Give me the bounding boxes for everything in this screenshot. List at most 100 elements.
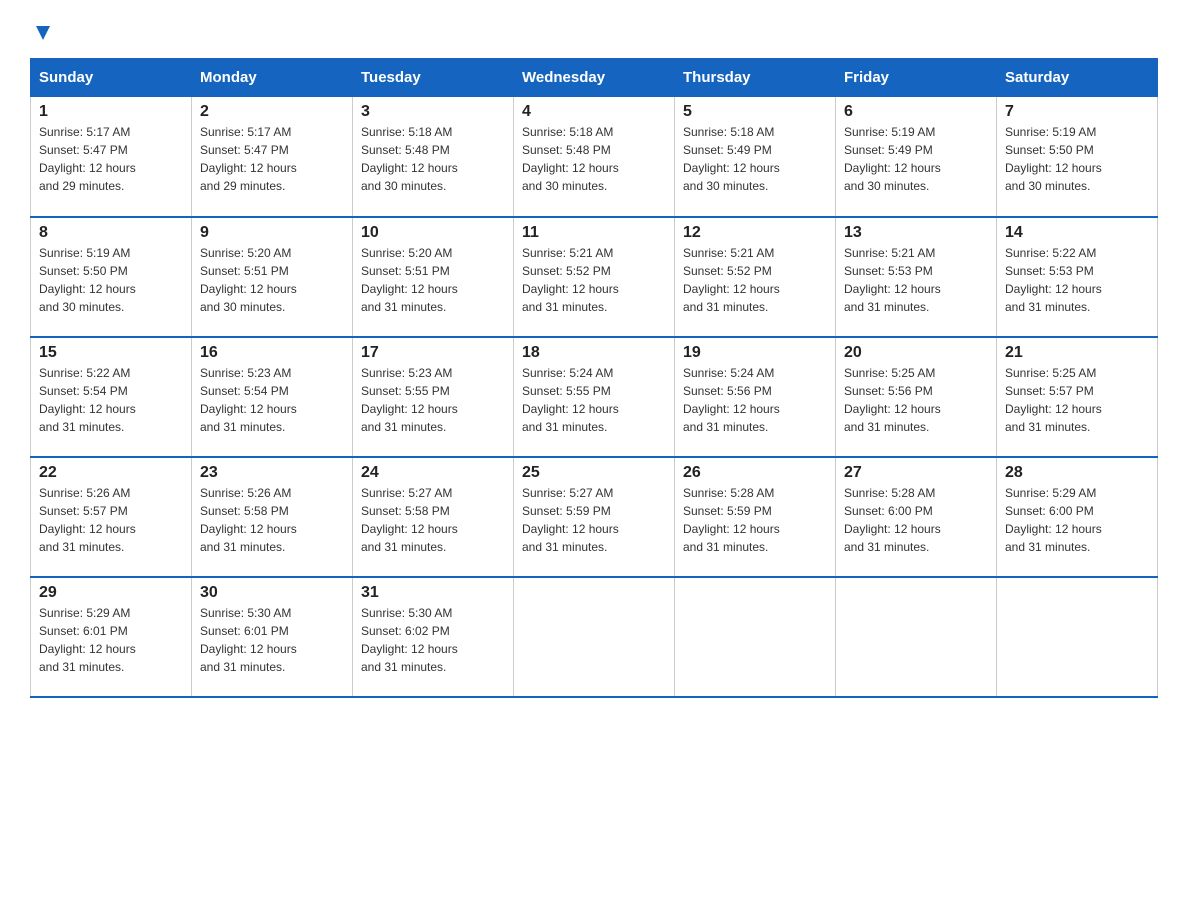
calendar-cell: 25 Sunrise: 5:27 AMSunset: 5:59 PMDaylig… — [514, 457, 675, 577]
calendar-week-row: 22 Sunrise: 5:26 AMSunset: 5:57 PMDaylig… — [31, 457, 1158, 577]
day-number: 22 — [39, 464, 183, 482]
calendar-cell: 16 Sunrise: 5:23 AMSunset: 5:54 PMDaylig… — [192, 337, 353, 457]
calendar-cell: 28 Sunrise: 5:29 AMSunset: 6:00 PMDaylig… — [997, 457, 1158, 577]
calendar-cell: 3 Sunrise: 5:18 AMSunset: 5:48 PMDayligh… — [353, 97, 514, 217]
day-number: 1 — [39, 103, 183, 121]
calendar-cell: 24 Sunrise: 5:27 AMSunset: 5:58 PMDaylig… — [353, 457, 514, 577]
day-number: 5 — [683, 103, 827, 121]
calendar-cell: 23 Sunrise: 5:26 AMSunset: 5:58 PMDaylig… — [192, 457, 353, 577]
day-number: 20 — [844, 344, 988, 362]
day-number: 9 — [200, 224, 344, 242]
calendar-cell — [514, 577, 675, 697]
day-number: 31 — [361, 584, 505, 602]
day-number: 3 — [361, 103, 505, 121]
calendar-cell: 5 Sunrise: 5:18 AMSunset: 5:49 PMDayligh… — [675, 97, 836, 217]
day-info: Sunrise: 5:19 AMSunset: 5:49 PMDaylight:… — [844, 123, 988, 195]
weekday-header-wednesday: Wednesday — [514, 59, 675, 97]
calendar-cell: 29 Sunrise: 5:29 AMSunset: 6:01 PMDaylig… — [31, 577, 192, 697]
logo — [30, 20, 54, 38]
calendar-week-row: 15 Sunrise: 5:22 AMSunset: 5:54 PMDaylig… — [31, 337, 1158, 457]
day-info: Sunrise: 5:24 AMSunset: 5:56 PMDaylight:… — [683, 364, 827, 436]
day-info: Sunrise: 5:30 AMSunset: 6:01 PMDaylight:… — [200, 604, 344, 676]
day-info: Sunrise: 5:20 AMSunset: 5:51 PMDaylight:… — [361, 244, 505, 316]
day-info: Sunrise: 5:17 AMSunset: 5:47 PMDaylight:… — [39, 123, 183, 195]
day-number: 28 — [1005, 464, 1149, 482]
calendar-cell: 22 Sunrise: 5:26 AMSunset: 5:57 PMDaylig… — [31, 457, 192, 577]
calendar-cell: 15 Sunrise: 5:22 AMSunset: 5:54 PMDaylig… — [31, 337, 192, 457]
day-info: Sunrise: 5:23 AMSunset: 5:55 PMDaylight:… — [361, 364, 505, 436]
day-info: Sunrise: 5:27 AMSunset: 5:58 PMDaylight:… — [361, 484, 505, 556]
day-info: Sunrise: 5:23 AMSunset: 5:54 PMDaylight:… — [200, 364, 344, 436]
day-number: 29 — [39, 584, 183, 602]
calendar-cell: 11 Sunrise: 5:21 AMSunset: 5:52 PMDaylig… — [514, 217, 675, 337]
day-number: 26 — [683, 464, 827, 482]
calendar-cell: 7 Sunrise: 5:19 AMSunset: 5:50 PMDayligh… — [997, 97, 1158, 217]
calendar-cell: 30 Sunrise: 5:30 AMSunset: 6:01 PMDaylig… — [192, 577, 353, 697]
calendar-cell: 12 Sunrise: 5:21 AMSunset: 5:52 PMDaylig… — [675, 217, 836, 337]
calendar-body: 1 Sunrise: 5:17 AMSunset: 5:47 PMDayligh… — [31, 97, 1158, 697]
day-number: 6 — [844, 103, 988, 121]
day-info: Sunrise: 5:27 AMSunset: 5:59 PMDaylight:… — [522, 484, 666, 556]
day-number: 13 — [844, 224, 988, 242]
weekday-header-saturday: Saturday — [997, 59, 1158, 97]
day-info: Sunrise: 5:21 AMSunset: 5:53 PMDaylight:… — [844, 244, 988, 316]
day-number: 16 — [200, 344, 344, 362]
logo-arrow-icon — [32, 22, 54, 44]
weekday-header-row: SundayMondayTuesdayWednesdayThursdayFrid… — [31, 59, 1158, 97]
calendar-cell — [836, 577, 997, 697]
day-info: Sunrise: 5:28 AMSunset: 5:59 PMDaylight:… — [683, 484, 827, 556]
day-info: Sunrise: 5:18 AMSunset: 5:48 PMDaylight:… — [361, 123, 505, 195]
day-number: 25 — [522, 464, 666, 482]
calendar-cell: 18 Sunrise: 5:24 AMSunset: 5:55 PMDaylig… — [514, 337, 675, 457]
calendar-week-row: 8 Sunrise: 5:19 AMSunset: 5:50 PMDayligh… — [31, 217, 1158, 337]
day-info: Sunrise: 5:19 AMSunset: 5:50 PMDaylight:… — [1005, 123, 1149, 195]
day-info: Sunrise: 5:17 AMSunset: 5:47 PMDaylight:… — [200, 123, 344, 195]
day-number: 30 — [200, 584, 344, 602]
weekday-header-tuesday: Tuesday — [353, 59, 514, 97]
day-info: Sunrise: 5:19 AMSunset: 5:50 PMDaylight:… — [39, 244, 183, 316]
day-number: 23 — [200, 464, 344, 482]
day-info: Sunrise: 5:18 AMSunset: 5:48 PMDaylight:… — [522, 123, 666, 195]
day-info: Sunrise: 5:21 AMSunset: 5:52 PMDaylight:… — [522, 244, 666, 316]
day-number: 18 — [522, 344, 666, 362]
day-info: Sunrise: 5:22 AMSunset: 5:53 PMDaylight:… — [1005, 244, 1149, 316]
calendar-week-row: 1 Sunrise: 5:17 AMSunset: 5:47 PMDayligh… — [31, 97, 1158, 217]
calendar-header: SundayMondayTuesdayWednesdayThursdayFrid… — [31, 59, 1158, 97]
calendar-cell: 31 Sunrise: 5:30 AMSunset: 6:02 PMDaylig… — [353, 577, 514, 697]
calendar-cell: 13 Sunrise: 5:21 AMSunset: 5:53 PMDaylig… — [836, 217, 997, 337]
day-number: 8 — [39, 224, 183, 242]
day-number: 17 — [361, 344, 505, 362]
day-info: Sunrise: 5:26 AMSunset: 5:57 PMDaylight:… — [39, 484, 183, 556]
day-number: 11 — [522, 224, 666, 242]
day-number: 10 — [361, 224, 505, 242]
day-number: 12 — [683, 224, 827, 242]
page-header — [30, 20, 1158, 38]
day-number: 21 — [1005, 344, 1149, 362]
day-number: 2 — [200, 103, 344, 121]
calendar-cell: 21 Sunrise: 5:25 AMSunset: 5:57 PMDaylig… — [997, 337, 1158, 457]
day-info: Sunrise: 5:28 AMSunset: 6:00 PMDaylight:… — [844, 484, 988, 556]
calendar-cell: 9 Sunrise: 5:20 AMSunset: 5:51 PMDayligh… — [192, 217, 353, 337]
day-info: Sunrise: 5:25 AMSunset: 5:56 PMDaylight:… — [844, 364, 988, 436]
calendar-cell: 27 Sunrise: 5:28 AMSunset: 6:00 PMDaylig… — [836, 457, 997, 577]
day-number: 15 — [39, 344, 183, 362]
day-info: Sunrise: 5:20 AMSunset: 5:51 PMDaylight:… — [200, 244, 344, 316]
day-number: 19 — [683, 344, 827, 362]
calendar-table: SundayMondayTuesdayWednesdayThursdayFrid… — [30, 58, 1158, 698]
calendar-week-row: 29 Sunrise: 5:29 AMSunset: 6:01 PMDaylig… — [31, 577, 1158, 697]
calendar-cell: 14 Sunrise: 5:22 AMSunset: 5:53 PMDaylig… — [997, 217, 1158, 337]
calendar-cell: 20 Sunrise: 5:25 AMSunset: 5:56 PMDaylig… — [836, 337, 997, 457]
day-number: 7 — [1005, 103, 1149, 121]
calendar-cell — [675, 577, 836, 697]
calendar-cell: 2 Sunrise: 5:17 AMSunset: 5:47 PMDayligh… — [192, 97, 353, 217]
day-info: Sunrise: 5:30 AMSunset: 6:02 PMDaylight:… — [361, 604, 505, 676]
calendar-cell: 1 Sunrise: 5:17 AMSunset: 5:47 PMDayligh… — [31, 97, 192, 217]
day-info: Sunrise: 5:24 AMSunset: 5:55 PMDaylight:… — [522, 364, 666, 436]
weekday-header-thursday: Thursday — [675, 59, 836, 97]
weekday-header-monday: Monday — [192, 59, 353, 97]
day-info: Sunrise: 5:25 AMSunset: 5:57 PMDaylight:… — [1005, 364, 1149, 436]
day-number: 24 — [361, 464, 505, 482]
day-number: 14 — [1005, 224, 1149, 242]
day-info: Sunrise: 5:22 AMSunset: 5:54 PMDaylight:… — [39, 364, 183, 436]
weekday-header-friday: Friday — [836, 59, 997, 97]
